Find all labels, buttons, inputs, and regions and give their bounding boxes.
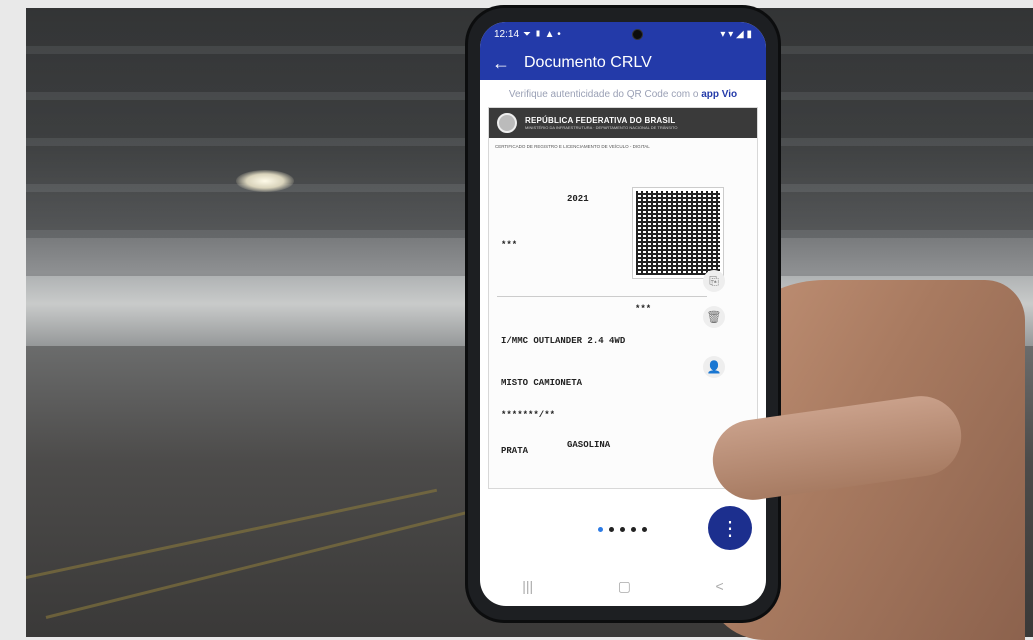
document-header-title: REPÚBLICA FEDERATIVA DO BRASIL	[525, 116, 676, 125]
back-button[interactable]: <	[716, 578, 724, 594]
recents-button[interactable]: |||	[522, 578, 533, 594]
model-value: I/MMC OUTLANDER 2.4 4WD	[501, 336, 626, 346]
app-bar: ← Documento CRLV	[480, 46, 766, 80]
document-header-subtitle: MINISTÉRIO DA INFRAESTRUTURA · DEPARTAME…	[525, 125, 678, 130]
arrow-left-icon[interactable]: ←	[492, 53, 510, 74]
plate-value: *******/**	[501, 410, 556, 420]
status-time: 12:14	[494, 28, 520, 40]
verify-via-link[interactable]: app Vio	[701, 89, 737, 100]
crlv-document: REPÚBLICA FEDERATIVA DO BRASIL MINISTÉRI…	[488, 107, 758, 489]
divider	[497, 296, 707, 297]
page-dot[interactable]	[642, 527, 647, 532]
page-dot[interactable]	[620, 527, 625, 532]
person-icon[interactable]: 👤	[703, 356, 725, 378]
ceiling-light	[236, 170, 294, 192]
status-right-icons: ▾ ▾ ◢ ▮	[720, 28, 752, 40]
masked-value: ***	[501, 240, 518, 250]
verify-message: Verifique autenticidade do QR Code com o	[508, 89, 699, 100]
status-bar: 12:14 ⏷ ▮ ▲ • ▾ ▾ ◢ ▮	[480, 22, 766, 46]
page-indicator	[598, 527, 647, 532]
app-title: Documento CRLV	[524, 54, 652, 71]
brazil-seal-icon	[497, 113, 517, 133]
species-value: MISTO CAMIONETA	[501, 378, 583, 388]
camera-hole	[632, 28, 644, 40]
qr-code	[632, 187, 724, 279]
year-value: 2021	[567, 194, 589, 204]
trash-icon[interactable]: 🗑	[703, 306, 725, 328]
masked-value: ***	[635, 304, 652, 314]
smartphone: 12:14 ⏷ ▮ ▲ • ▾ ▾ ◢ ▮ ← Documento CRLV V…	[468, 8, 778, 620]
certificate-title: CERTIFICADO DE REGISTRO E LICENCIAMENTO …	[495, 144, 650, 149]
more-vertical-icon[interactable]: ⋮	[708, 506, 752, 550]
page-dot[interactable]	[598, 527, 603, 532]
phone-screen: 12:14 ⏷ ▮ ▲ • ▾ ▾ ◢ ▮ ← Documento CRLV V…	[480, 22, 766, 606]
status-left-icons: ⏷ ▮ ▲ •	[523, 28, 561, 40]
document-header: REPÚBLICA FEDERATIVA DO BRASIL MINISTÉRI…	[489, 108, 757, 138]
verify-text: Verifique autenticidade do QR Code com o…	[480, 80, 766, 107]
fuel-value: GASOLINA	[567, 440, 611, 450]
color-value: PRATA	[501, 446, 529, 456]
system-nav-bar: ||| ▢ <	[480, 566, 766, 606]
copy-icon[interactable]: ⎘	[703, 270, 725, 292]
page-dot[interactable]	[631, 527, 636, 532]
home-button[interactable]: ▢	[618, 578, 631, 595]
page-dot[interactable]	[609, 527, 614, 532]
